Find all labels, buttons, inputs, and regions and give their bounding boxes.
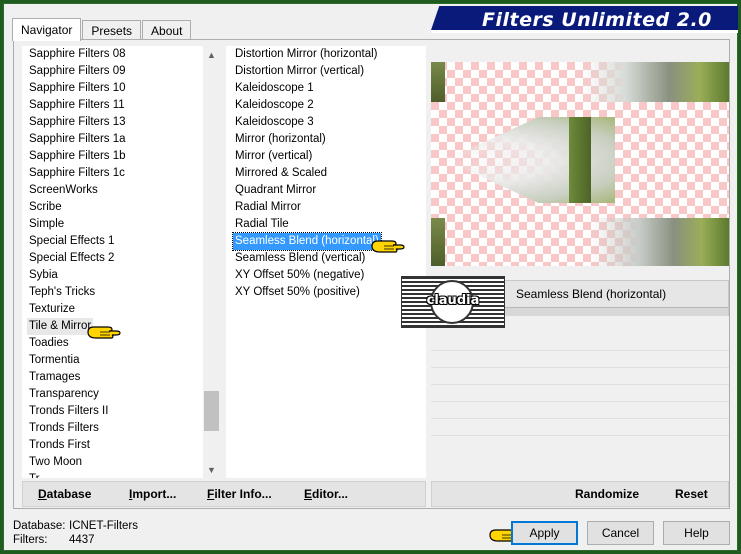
selected-filter-name: Seamless Blend (horizontal) [516,287,667,301]
filter-item[interactable]: Mirrored & Scaled [226,165,426,182]
category-item[interactable]: Tronds First [22,437,220,454]
filter-list[interactable]: Distortion Mirror (horizontal) Distortion… [226,46,426,478]
title-banner: Filters Unlimited 2.0 [430,6,738,33]
pointing-hand-icon [87,326,121,339]
filter-item[interactable]: XY Offset 50% (negative) [226,267,426,284]
category-item[interactable]: Tormentia [22,352,220,369]
category-item[interactable]: Sapphire Filters 1c [22,165,220,182]
scroll-thumb[interactable] [204,391,219,431]
category-item[interactable]: Transparency [22,386,220,403]
category-item[interactable]: Sapphire Filters 13 [22,114,220,131]
database-label: Database: [13,520,66,532]
category-item[interactable]: Sybia [22,267,220,284]
apply-button[interactable]: Apply [511,521,578,545]
category-item[interactable]: Texturize [22,301,220,318]
filter-item[interactable]: Kaleidoscope 3 [226,114,426,131]
filter-item[interactable]: Radial Tile [226,216,426,233]
category-item[interactable]: Sapphire Filters 11 [22,97,220,114]
category-item[interactable]: Sapphire Filters 1a [22,131,220,148]
tab-strip: Navigator Presets About [12,16,192,41]
category-item[interactable]: Tronds Filters [22,420,220,437]
category-item[interactable]: Sapphire Filters 1b [22,148,220,165]
editor-button[interactable]: Editor... [304,487,348,501]
watermark-text: claudia [426,293,480,308]
filter-item[interactable]: Distortion Mirror (horizontal) [226,46,426,63]
category-item[interactable]: Simple [22,216,220,233]
parameter-area [431,334,729,436]
tab-navigator[interactable]: Navigator [12,18,82,41]
filters-count-label: Filters: [13,534,48,546]
database-button[interactable]: Database [38,487,91,501]
navigator-panel: Sapphire Filters 08 Sapphire Filters 09 Sa… [13,39,730,509]
help-button[interactable]: Help [663,521,730,545]
filter-item[interactable]: Kaleidoscope 1 [226,80,426,97]
category-item[interactable]: Tr [22,471,220,478]
filters-unlimited-window: Filters Unlimited 2.0 Navigator Presets … [3,3,738,551]
category-item[interactable]: Sapphire Filters 08 [22,46,220,63]
filter-info-button[interactable]: Filter Info... [207,487,272,501]
info-bar [496,307,728,316]
category-item[interactable]: Teph's Tricks [22,284,220,301]
filter-item[interactable]: Kaleidoscope 2 [226,97,426,114]
watermark-logo: claudia [401,276,505,328]
import-button[interactable]: Import... [129,487,176,501]
category-item[interactable]: Tramages [22,369,220,386]
filter-item[interactable]: Radial Mirror [226,199,426,216]
category-scrollbar[interactable]: ▲ ▼ [203,46,220,478]
filters-count-value: 4437 [69,534,95,546]
filter-item[interactable]: XY Offset 50% (positive) [226,284,426,301]
filter-item[interactable]: Quadrant Mirror [226,182,426,199]
filter-item[interactable]: Distortion Mirror (vertical) [226,63,426,80]
filter-item[interactable]: Mirror (vertical) [226,148,426,165]
left-toolbar: Database Import... Filter Info... Editor… [22,481,426,507]
reset-button[interactable]: Reset [675,487,708,501]
database-info: Database: ICNET-Filters Filters: 4437 [13,519,138,547]
cancel-button[interactable]: Cancel [587,521,654,545]
randomize-button[interactable]: Randomize [575,487,639,501]
pointing-hand-icon [371,240,405,253]
preview-image [431,62,729,266]
category-item[interactable]: Special Effects 1 [22,233,220,250]
scroll-down-icon[interactable]: ▼ [203,461,220,478]
filter-item[interactable]: Mirror (horizontal) [226,131,426,148]
right-toolbar: Randomize Reset [431,481,729,507]
category-list[interactable]: Sapphire Filters 08 Sapphire Filters 09 Sa… [22,46,220,478]
category-item[interactable]: Special Effects 2 [22,250,220,267]
tab-presets[interactable]: Presets [82,20,142,40]
category-item[interactable]: Two Moon [22,454,220,471]
tab-about[interactable]: About [142,20,192,40]
category-item[interactable]: ScreenWorks [22,182,220,199]
category-item[interactable]: Sapphire Filters 09 [22,63,220,80]
database-value: ICNET-Filters [69,520,138,532]
window-title: Filters Unlimited 2.0 [482,9,712,31]
category-item[interactable]: Sapphire Filters 10 [22,80,220,97]
category-item[interactable]: Scribe [22,199,220,216]
category-item[interactable]: Tronds Filters II [22,403,220,420]
scroll-up-icon[interactable]: ▲ [203,46,220,63]
